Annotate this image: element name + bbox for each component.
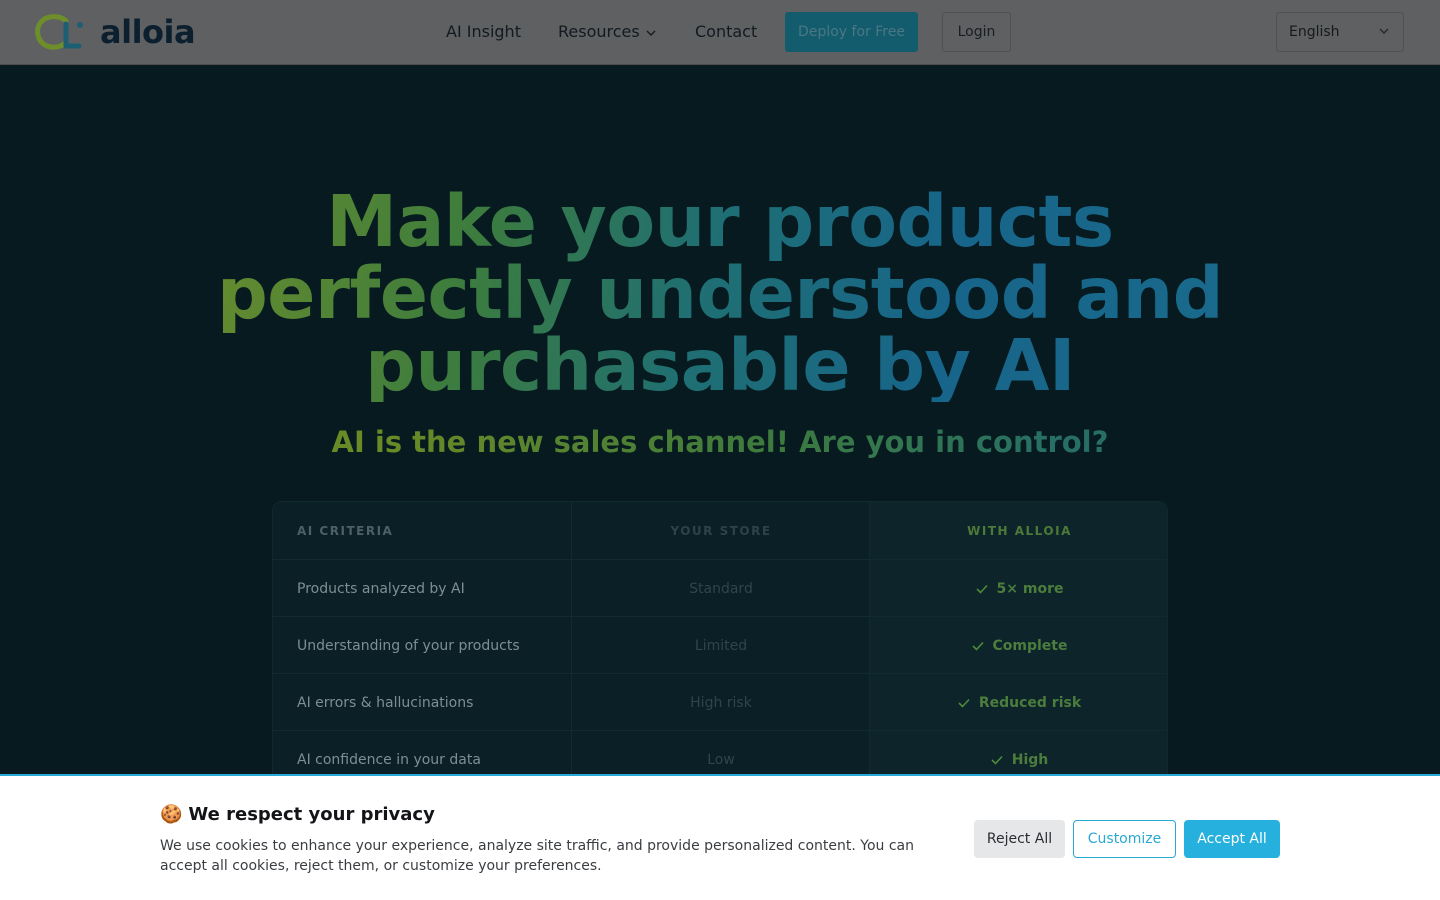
chevron-down-icon xyxy=(1379,28,1389,34)
store-cell: Standard xyxy=(689,580,753,597)
check-icon xyxy=(991,755,1003,765)
cookie-banner: 🍪 We respect your privacy We use cookies… xyxy=(0,774,1440,900)
alloia-value: Complete xyxy=(992,637,1068,654)
header-your-store: YOUR STORE xyxy=(670,523,772,538)
table-row: Understanding of your products Limited C… xyxy=(273,616,1167,674)
language-select[interactable]: English xyxy=(1276,12,1404,52)
alloia-cell: Reduced risk xyxy=(870,674,1167,731)
check-icon xyxy=(971,641,984,651)
reject-all-button[interactable]: Reject All xyxy=(974,820,1065,858)
nav-contact[interactable]: Contact xyxy=(695,20,757,44)
customize-button[interactable]: Customize xyxy=(1073,820,1176,858)
cookie-description: We use cookies to enhance your experienc… xyxy=(160,838,915,874)
language-value: English xyxy=(1289,24,1340,40)
accept-all-button[interactable]: Accept All xyxy=(1184,820,1280,858)
table-row: AI errors & hallucinations High risk Red… xyxy=(273,673,1167,731)
header-with-alloia: WITH ALLOIA xyxy=(967,523,1072,538)
alloia-cell: Complete xyxy=(870,617,1167,674)
hero-title-line-3: purchasable by AI xyxy=(365,324,1075,407)
nav-resources[interactable]: Resources xyxy=(558,20,656,44)
criteria-cell: Products analyzed by AI xyxy=(297,580,465,597)
alloia-logo-icon xyxy=(35,14,83,50)
login-button[interactable]: Login xyxy=(942,12,1011,52)
check-icon xyxy=(958,698,970,708)
comparison-table: AI CRITERIA YOUR STORE WITH ALLOIA Produ… xyxy=(272,501,1168,801)
store-cell: High risk xyxy=(690,694,752,711)
cookie-icon: 🍪 xyxy=(160,804,183,825)
store-cell: Limited xyxy=(694,637,748,654)
cookie-title-text: We respect your privacy xyxy=(188,804,435,825)
criteria-cell: Understanding of your products xyxy=(297,637,520,654)
alloia-value: Reduced risk xyxy=(978,694,1082,711)
chevron-down-icon xyxy=(646,29,656,36)
criteria-cell: AI errors & hallucinations xyxy=(297,694,474,711)
hero-title-line-2: perfectly understood and xyxy=(216,252,1224,335)
logo-text: alloia xyxy=(100,13,196,51)
alloia-value: High xyxy=(1011,751,1049,768)
logo[interactable]: alloia xyxy=(35,13,196,51)
header-ai-criteria: AI CRITERIA xyxy=(297,523,394,538)
alloia-cell: 5× more xyxy=(870,560,1167,617)
deploy-for-free-button[interactable]: Deploy for Free xyxy=(785,12,918,52)
alloia-value: 5× more xyxy=(996,580,1064,597)
hero-subtitle: AI is the new sales channel! Are you in … xyxy=(160,424,1280,460)
check-icon xyxy=(975,584,988,594)
table-header-row: AI CRITERIA YOUR STORE WITH ALLOIA xyxy=(273,502,1167,559)
hero-title-line-1: Make your products xyxy=(326,180,1114,263)
nav-resources-label: Resources xyxy=(558,22,640,41)
hero-title: Make your products perfectly understood … xyxy=(160,186,1280,402)
cookie-title: 🍪 We respect your privacy xyxy=(160,804,435,825)
table-row: Products analyzed by AI Standard 5× more xyxy=(273,559,1167,617)
nav-ai-insight[interactable]: AI Insight xyxy=(446,20,521,44)
site-header: alloia AI Insight Resources Contact Depl… xyxy=(0,0,1440,65)
